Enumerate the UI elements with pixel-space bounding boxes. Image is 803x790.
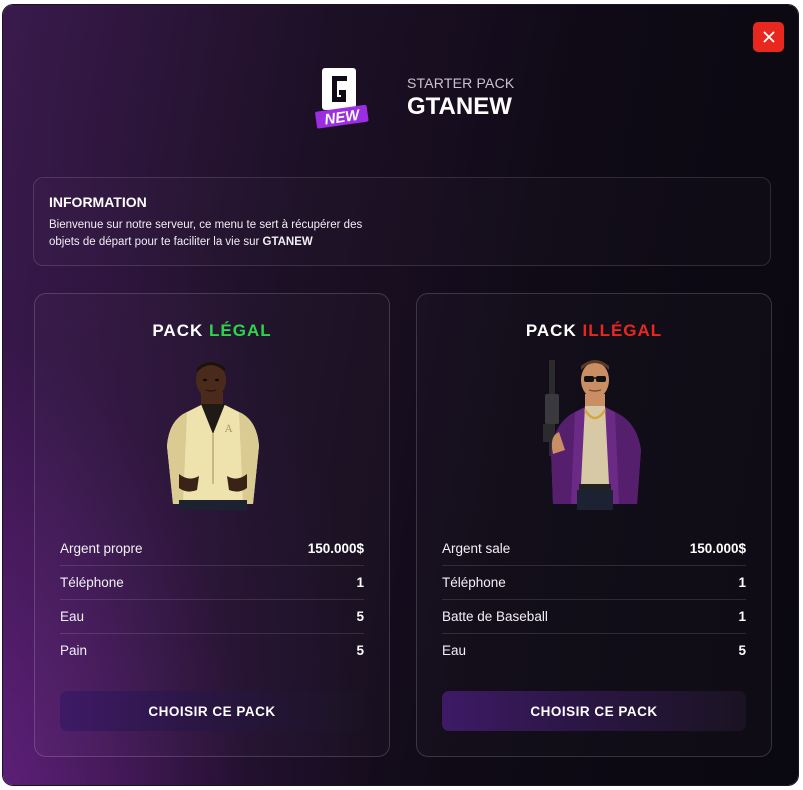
list-item: Argent propre 150.000$ — [60, 532, 364, 566]
item-name: Argent sale — [442, 541, 511, 556]
item-quantity: 5 — [356, 643, 364, 658]
pack-title-prefix: PACK — [152, 321, 204, 340]
close-button[interactable] — [753, 22, 784, 52]
item-quantity: 150.000$ — [307, 541, 364, 556]
legal-character-image: A — [167, 362, 259, 510]
item-quantity: 1 — [738, 575, 746, 590]
header: STARTER PACK GTANEW — [407, 75, 514, 121]
information-box: INFORMATION Bienvenue sur notre serveur,… — [33, 177, 771, 266]
item-name: Eau — [60, 609, 85, 624]
pack-legal-title: PACK LÉGAL — [35, 321, 389, 341]
item-name: Batte de Baseball — [442, 609, 548, 624]
item-quantity: 1 — [738, 609, 746, 624]
starter-pack-modal: NEW STARTER PACK GTANEW INFORMATION Bien… — [3, 5, 798, 785]
pack-legal-card: PACK LÉGAL A Argent propre 150.000$ Télé… — [34, 293, 390, 757]
pack-title-prefix: PACK — [525, 321, 577, 340]
close-icon — [763, 31, 774, 43]
svg-text:A: A — [224, 424, 233, 435]
item-quantity: 5 — [738, 643, 746, 658]
info-title: INFORMATION — [49, 194, 147, 210]
choose-illegal-pack-button[interactable]: CHOISIR CE PACK — [442, 691, 746, 731]
list-item: Pain 5 — [60, 634, 364, 667]
item-name: Pain — [60, 643, 88, 658]
pack-illegal-title: PACK ILLÉGAL — [417, 321, 771, 341]
pack-title-legal: LÉGAL — [209, 321, 272, 340]
info-text-body: Bienvenue sur notre serveur, ce menu te … — [49, 219, 363, 248]
choose-legal-pack-button[interactable]: CHOISIR CE PACK — [60, 691, 364, 731]
illegal-character-image — [543, 360, 641, 510]
info-text: Bienvenue sur notre serveur, ce menu te … — [49, 217, 389, 251]
pack-illegal-card: PACK ILLÉGAL Argent sale 150.000$ Téléph… — [416, 293, 772, 757]
list-item: Téléphone 1 — [60, 566, 364, 600]
item-quantity: 5 — [356, 609, 364, 624]
info-text-highlight: GTANEW — [262, 236, 313, 248]
pack-legal-items: Argent propre 150.000$ Téléphone 1 Eau 5… — [60, 532, 364, 667]
pack-title-illegal: ILLÉGAL — [582, 321, 663, 340]
list-item: Eau 5 — [442, 634, 746, 667]
item-name: Téléphone — [442, 575, 506, 590]
gtanew-logo: NEW — [315, 68, 369, 128]
item-name: Argent propre — [60, 541, 143, 556]
item-name: Eau — [442, 643, 467, 658]
list-item: Argent sale 150.000$ — [442, 532, 746, 566]
header-subtitle: STARTER PACK — [407, 75, 515, 91]
item-quantity: 150.000$ — [689, 541, 746, 556]
item-quantity: 1 — [356, 575, 364, 590]
list-item: Téléphone 1 — [442, 566, 746, 600]
item-name: Téléphone — [60, 575, 124, 590]
pack-illegal-items: Argent sale 150.000$ Téléphone 1 Batte d… — [442, 532, 746, 667]
list-item: Eau 5 — [60, 600, 364, 634]
list-item: Batte de Baseball 1 — [442, 600, 746, 634]
header-title: GTANEW — [407, 93, 512, 120]
